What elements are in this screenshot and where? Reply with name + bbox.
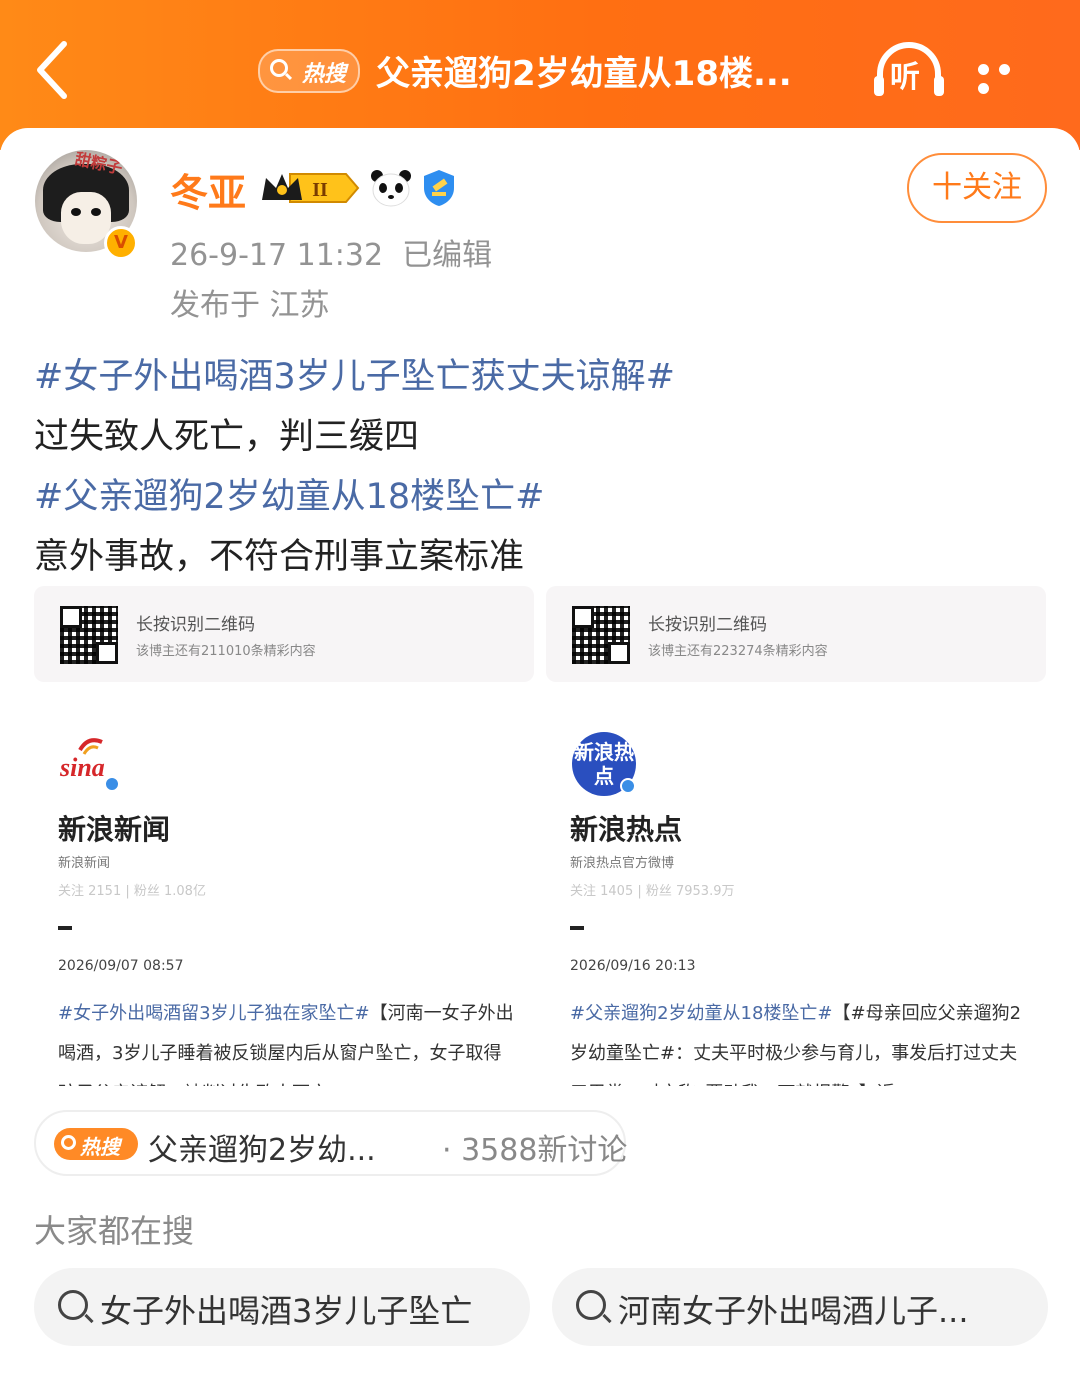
- embedded-image-1[interactable]: 长按识别二维码 该博主还有211010条精彩内容 sina 新浪新闻 新浪新闻 …: [34, 586, 534, 1086]
- qr-title: 长按识别二维码: [648, 615, 767, 635]
- search-suggestion-label: 河南女子外出喝酒儿子...: [618, 1292, 969, 1330]
- sina-logo-text: sina: [59, 753, 105, 782]
- hot-topic-chip[interactable]: 热搜 父亲遛狗2岁幼... · 3588新讨论: [34, 1110, 628, 1176]
- hot-search-badge[interactable]: 热搜: [258, 49, 360, 93]
- account-description: 新浪热点官方微博: [570, 856, 675, 871]
- username[interactable]: 冬亚: [170, 162, 246, 217]
- page-title[interactable]: 父亲遛狗2岁幼童从18楼...: [376, 46, 806, 95]
- embedded-image-2[interactable]: 长按识别二维码 该博主还有223274条精彩内容 新浪热点 新浪热点 新浪热点官…: [546, 586, 1046, 1086]
- shield-badge-icon: [420, 168, 458, 208]
- level-crown-icon: II: [260, 170, 360, 206]
- divider: [58, 926, 72, 930]
- qr-banner: 长按识别二维码 该博主还有211010条精彩内容: [34, 586, 534, 682]
- listen-button[interactable]: 听: [872, 40, 946, 100]
- hashtag-link[interactable]: #女子外出喝酒3岁儿子坠亡获丈夫谅解#: [34, 348, 675, 399]
- account-name: 新浪新闻: [58, 813, 171, 846]
- post-text: 过失致人死亡，判三缓四: [34, 417, 420, 457]
- verified-badge-icon: [104, 776, 120, 792]
- search-suggestion[interactable]: 女子外出喝酒3岁儿子坠亡: [34, 1268, 530, 1346]
- post-location: 发布于 江苏: [170, 288, 330, 323]
- section-heading: 大家都在搜: [34, 1212, 195, 1250]
- post-date: 2026/09/16 20:13: [570, 958, 696, 974]
- verified-badge-icon: [620, 778, 636, 794]
- edited-label: 已编辑: [402, 238, 493, 273]
- post-meta: 26-9-17 11:32 已编辑: [170, 230, 492, 274]
- post-text: 意外事故，不符合刑事立案标准: [34, 537, 525, 577]
- qr-subtitle: 该博主还有223274条精彩内容: [648, 644, 828, 659]
- embedded-post-text: #父亲遛狗2岁幼童从18楼坠亡#【#母亲回应父亲遛狗2岁幼童坠亡#：丈夫平时极少…: [570, 994, 1026, 1086]
- qr-code-icon: [572, 606, 630, 664]
- embedded-hashtag: #父亲遛狗2岁幼童从18楼坠亡#: [570, 1003, 833, 1024]
- panda-icon: [370, 168, 412, 208]
- embedded-hashtag: #女子外出喝酒留3岁儿子独在家坠亡#: [58, 1003, 370, 1024]
- search-suggestion-label: 女子外出喝酒3岁儿子坠亡: [100, 1292, 473, 1330]
- qr-banner: 长按识别二维码 该博主还有223274条精彩内容: [546, 586, 1046, 682]
- topic-title: 父亲遛狗2岁幼...: [148, 1133, 376, 1168]
- qr-title: 长按识别二维码: [136, 615, 255, 635]
- hot-search-label: 热搜: [302, 62, 347, 87]
- qr-code-icon: [60, 606, 118, 664]
- hashtag-link[interactable]: #父亲遛狗2岁幼童从18楼坠亡#: [34, 468, 544, 519]
- post-date: 2026/09/07 08:57: [58, 958, 184, 974]
- hot-search-label: 热搜: [80, 1135, 120, 1159]
- search-icon: [61, 1135, 76, 1150]
- level-label: II: [312, 179, 328, 201]
- back-arrow-icon[interactable]: [30, 38, 76, 102]
- follow-button[interactable]: 十关注: [907, 153, 1047, 223]
- account-description: 新浪新闻: [58, 856, 111, 871]
- search-icon: [270, 59, 288, 77]
- search-suggestion[interactable]: 河南女子外出喝酒儿子...: [552, 1268, 1048, 1346]
- discussion-count: · 3588新讨论: [442, 1133, 628, 1168]
- qr-subtitle: 该博主还有211010条精彩内容: [136, 644, 316, 659]
- verified-badge-icon: V: [104, 226, 138, 260]
- listen-label: 听: [890, 60, 920, 95]
- search-icon: [58, 1290, 88, 1320]
- divider: [570, 926, 584, 930]
- post-timestamp: 26-9-17 11:32: [170, 238, 384, 273]
- account-name: 新浪热点: [570, 813, 683, 846]
- search-icon: [576, 1290, 606, 1320]
- account-stats: 关注 2151 | 粉丝 1.08亿: [58, 884, 206, 899]
- hot-search-badge: 热搜: [54, 1128, 138, 1160]
- account-stats: 关注 1405 | 粉丝 7953.9万: [570, 884, 735, 899]
- embedded-post-text: #女子外出喝酒留3岁儿子独在家坠亡#【河南一女子外出喝酒，3岁儿子睡着被反锁屋内…: [58, 994, 514, 1086]
- more-options-icon[interactable]: [978, 60, 1038, 94]
